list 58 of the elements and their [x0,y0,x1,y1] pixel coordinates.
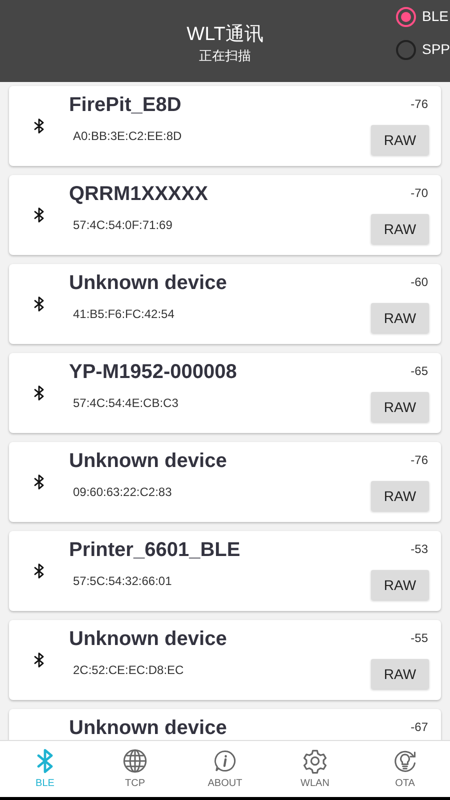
globe-icon [122,748,148,774]
device-card[interactable]: Unknown device 09:60:63:22:C2:83 -76 RAW [9,442,441,522]
gear-icon [302,748,328,774]
radio-label: SPP [422,40,450,59]
raw-button[interactable]: RAW [371,392,429,422]
signal-strength: -67 [410,719,428,736]
signal-strength: -60 [410,274,428,291]
device-card[interactable]: FirePit_E8D A0:BB:3E:C2:EE:8D -76 RAW [9,86,441,166]
device-name: Printer_6601_BLE [69,538,242,562]
bluetooth-icon [31,207,47,223]
app-title: WLT通讯 [186,23,264,47]
signal-strength: -53 [410,541,428,558]
device-name: YP-M1952-000008 [69,360,238,384]
device-address: 57:4C:54:4E:CB:C3 [73,395,180,412]
nav-tab[interactable]: TCP [90,741,180,797]
device-name: FirePit_E8D [69,93,182,117]
device-name: Unknown device [69,449,228,473]
bluetooth-icon [31,563,47,579]
raw-button[interactable]: RAW [371,570,429,600]
raw-button[interactable]: RAW [371,659,429,689]
device-name: Unknown device [69,627,228,651]
raw-button[interactable]: RAW [371,125,429,155]
device-card[interactable]: QRRM1XXXXX 57:4C:54:0F:71:69 -70 RAW [9,175,441,255]
device-address: 57:4C:54:0F:71:69 [73,217,174,234]
device-card[interactable]: Unknown device 41:B5:F6:FC:42:54 -60 RAW [9,264,441,344]
device-name: QRRM1XXXXX [69,182,209,206]
nav-tab[interactable]: OTA [360,741,450,797]
device-address: 41:B5:F6:FC:42:54 [73,306,176,323]
scan-status: 正在扫描 [199,47,251,65]
nav-tab[interactable]: WLAN [270,741,360,797]
bluetooth-icon [31,296,47,312]
device-address: A0:BB:3E:C2:EE:8D [73,128,183,145]
device-address: 09:60:63:22:C2:83 [73,484,173,501]
bluetooth-icon [31,118,47,134]
device-card[interactable]: Unknown device 2C:52:CE:EC:D8:EC -55 RAW [9,620,441,700]
signal-strength: -76 [410,452,428,469]
nav-tab[interactable]: ABOUT [180,741,270,797]
bluetooth-icon [31,474,47,490]
info-icon [212,748,238,774]
raw-button[interactable]: RAW [371,481,429,511]
device-card[interactable]: Unknown device -67 [9,709,441,740]
device-address: 2C:52:CE:EC:D8:EC [73,662,185,679]
device-address: 57:5C:54:32:66:01 [73,573,173,590]
device-name: Unknown device [69,271,228,295]
radio-label: BLE [422,7,448,26]
bluetooth-icon [31,385,47,401]
signal-strength: -76 [410,96,428,113]
signal-strength: -70 [410,185,428,202]
mode-radio[interactable]: SPP [396,39,450,60]
device-card[interactable]: YP-M1952-000008 57:4C:54:4E:CB:C3 -65 RAW [9,353,441,433]
bluetooth-icon [31,652,47,668]
raw-button[interactable]: RAW [371,303,429,333]
device-card[interactable]: Printer_6601_BLE 57:5C:54:32:66:01 -53 RAW [9,531,441,611]
mode-radio[interactable]: BLE [396,6,450,27]
device-name: Unknown device [69,716,228,740]
raw-button[interactable]: RAW [371,214,429,244]
signal-strength: -55 [410,630,428,647]
signal-strength: -65 [410,363,428,380]
